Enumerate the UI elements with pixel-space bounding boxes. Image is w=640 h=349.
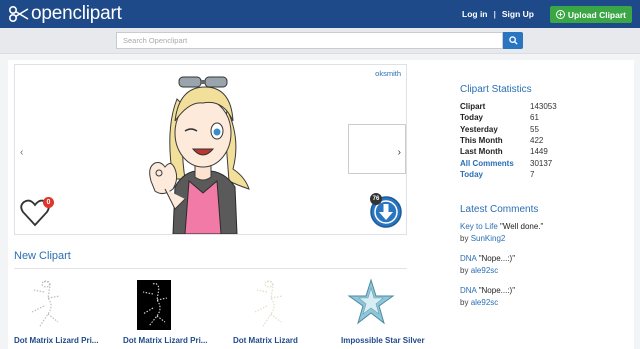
clipart-thumbnail[interactable] xyxy=(14,278,109,333)
carousel-prev-button[interactable]: ‹ xyxy=(20,147,23,158)
stat-row: Today 61 xyxy=(460,112,557,123)
section-divider xyxy=(14,268,407,269)
stat-value: 143053 xyxy=(530,102,557,112)
stat-value: 55 xyxy=(530,124,539,134)
stat-value: 7 xyxy=(530,169,535,179)
comment-clipart-link[interactable]: DNA xyxy=(460,254,476,263)
comment-by-label: by xyxy=(460,265,469,275)
auth-links: Log in | Sign Up xyxy=(456,9,540,19)
stat-label: Today xyxy=(460,113,483,123)
scissors-icon xyxy=(8,5,29,23)
login-link[interactable]: Log in xyxy=(456,9,494,19)
search-button[interactable] xyxy=(503,32,523,49)
signup-link[interactable]: Sign Up xyxy=(496,9,540,19)
comment-by-label: by xyxy=(460,233,469,243)
comment-item: DNA "Nope...:)" by ale92sc xyxy=(460,253,630,276)
carousel-next-button[interactable]: › xyxy=(398,147,401,158)
clipart-card[interactable]: Dot Matrix Lizard Pri... xyxy=(123,278,218,345)
stat-row: This Month 422 xyxy=(460,135,557,146)
comment-text: "Nope...:)" xyxy=(478,254,516,263)
stat-row: Today 7 xyxy=(460,169,557,180)
clipart-title[interactable]: Dot Matrix Lizard xyxy=(233,336,328,345)
featured-clipart-carousel: oksmith ‹ › 0 76 xyxy=(14,64,407,235)
clipart-card[interactable]: Dot Matrix Lizard Pri... xyxy=(14,278,109,345)
likes-count-badge: 0 xyxy=(43,197,54,208)
all-comments-link[interactable]: All Comments xyxy=(460,157,530,168)
comment-item: DNA "Nope...:)" by ale92sc xyxy=(460,285,630,308)
stat-row: Yesterday 55 xyxy=(460,124,557,135)
featured-clipart-image[interactable] xyxy=(145,69,255,234)
clipart-title[interactable]: Dot Matrix Lizard Pri... xyxy=(123,336,218,345)
stat-value: 422 xyxy=(530,136,544,146)
stat-label: Clipart xyxy=(460,102,486,112)
comment-clipart-link[interactable]: Key to Life xyxy=(460,222,498,231)
search-input[interactable] xyxy=(116,32,503,49)
stat-value: 30137 xyxy=(530,158,553,168)
comment-text: "Well done." xyxy=(500,222,544,231)
latest-comments-panel: Latest Comments Key to Life "Well done."… xyxy=(460,204,630,317)
featured-author-link[interactable]: oksmith xyxy=(375,69,401,78)
logo-text: openclipart xyxy=(31,3,122,24)
new-clipart-heading: New Clipart xyxy=(14,250,71,262)
comment-item: Key to Life "Well done." by SunKing2 xyxy=(460,221,630,244)
upload-clipart-button[interactable]: + Upload Clipart xyxy=(549,6,632,23)
search-icon xyxy=(508,36,518,45)
top-navbar: openclipart Log in | Sign Up + Upload Cl… xyxy=(0,0,640,28)
search-bar xyxy=(0,28,640,54)
stat-value: 1449 xyxy=(530,147,548,157)
clipart-thumbnail[interactable] xyxy=(341,278,436,333)
clipart-card[interactable]: Impossible Star Silver xyxy=(341,278,436,345)
clipart-statistics-panel: Clipart Statistics Clipart 143053 Today 61… xyxy=(460,84,630,180)
stat-value: 61 xyxy=(530,113,539,123)
stat-label: Last Month xyxy=(460,147,503,157)
upload-button-label: Upload Clipart xyxy=(567,9,626,20)
clipart-card[interactable]: Dot Matrix Lizard xyxy=(233,278,328,345)
clipart-thumbnail[interactable] xyxy=(123,278,218,333)
plus-circle-icon: + xyxy=(555,10,565,19)
comment-by-label: by xyxy=(460,297,469,307)
statistics-heading: Clipart Statistics xyxy=(460,84,532,95)
main-content: oksmith ‹ › 0 76 New Clipart Dot Matrix … xyxy=(8,60,634,349)
latest-comments-heading: Latest Comments xyxy=(460,204,539,215)
stat-row: Last Month 1449 xyxy=(460,146,557,157)
stat-row: Clipart 143053 xyxy=(460,101,557,112)
comment-clipart-link[interactable]: DNA xyxy=(460,286,476,295)
downloads-count-badge: 76 xyxy=(370,193,382,205)
statistics-table: Clipart 143053 Today 61 Yesterday 55 This M… xyxy=(460,101,557,180)
comment-text: "Nope...:)" xyxy=(478,286,516,295)
stat-row: All Comments 30137 xyxy=(460,157,557,168)
stat-label: Yesterday xyxy=(460,124,498,134)
comment-user-link[interactable]: SunKing2 xyxy=(471,234,506,243)
today-comments-link[interactable]: Today xyxy=(460,169,530,180)
clipart-thumbnail[interactable] xyxy=(233,278,328,333)
clipart-title[interactable]: Impossible Star Silver xyxy=(341,336,436,345)
comment-user-link[interactable]: ale92sc xyxy=(471,298,499,307)
comment-user-link[interactable]: ale92sc xyxy=(471,266,499,275)
clipart-title[interactable]: Dot Matrix Lizard Pri... xyxy=(14,336,109,345)
logo[interactable]: openclipart xyxy=(8,3,122,25)
link-separator: | xyxy=(493,9,496,19)
stat-label: This Month xyxy=(460,136,503,146)
